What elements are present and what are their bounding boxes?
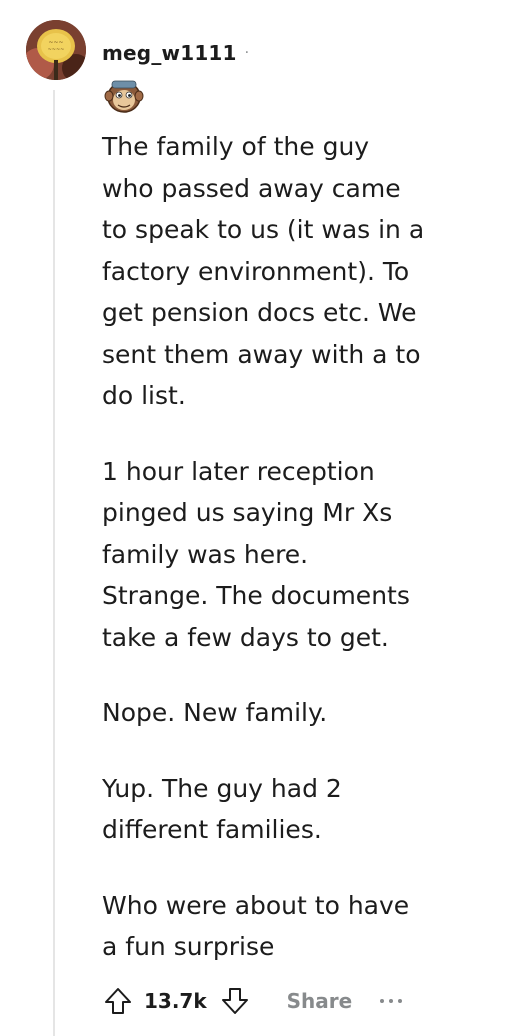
comment-paragraph: The family of the guy who passed away ca… bbox=[102, 132, 425, 410]
comment-paragraph: 1 hour later reception pinged us saying … bbox=[102, 456, 410, 652]
username[interactable]: meg_w1111 bbox=[102, 41, 237, 65]
downvote-arrow-icon[interactable] bbox=[217, 983, 253, 1019]
comment-paragraph: Who were about to have a fun surprise bbox=[102, 890, 410, 962]
avatar-image: ~~~ ~~~~ bbox=[26, 20, 86, 80]
comment-actions: 13.7k Share bbox=[100, 979, 403, 1023]
vote-score: 13.7k bbox=[144, 989, 207, 1013]
svg-text:~~~~: ~~~~ bbox=[48, 47, 65, 53]
comment-paragraph: Yup. The guy had 2 different families. bbox=[102, 773, 342, 845]
thread-line[interactable] bbox=[53, 90, 55, 1036]
share-button[interactable]: Share bbox=[287, 989, 353, 1013]
comment-paragraph: Nope. New family. bbox=[102, 698, 328, 727]
upvote-arrow-icon[interactable] bbox=[100, 983, 136, 1019]
separator-dot: · bbox=[244, 45, 250, 61]
more-dot bbox=[389, 999, 394, 1003]
monkey-flair-icon bbox=[104, 78, 144, 114]
comment-body: The family of the guy who passed away ca… bbox=[102, 126, 462, 1002]
user-avatar[interactable]: ~~~ ~~~~ bbox=[26, 20, 86, 80]
comment-header: meg_w1111 · bbox=[102, 38, 249, 68]
svg-text:~~~: ~~~ bbox=[48, 39, 63, 46]
more-options-icon[interactable] bbox=[380, 991, 403, 1011]
more-dot bbox=[398, 999, 403, 1003]
more-dot bbox=[380, 999, 385, 1003]
